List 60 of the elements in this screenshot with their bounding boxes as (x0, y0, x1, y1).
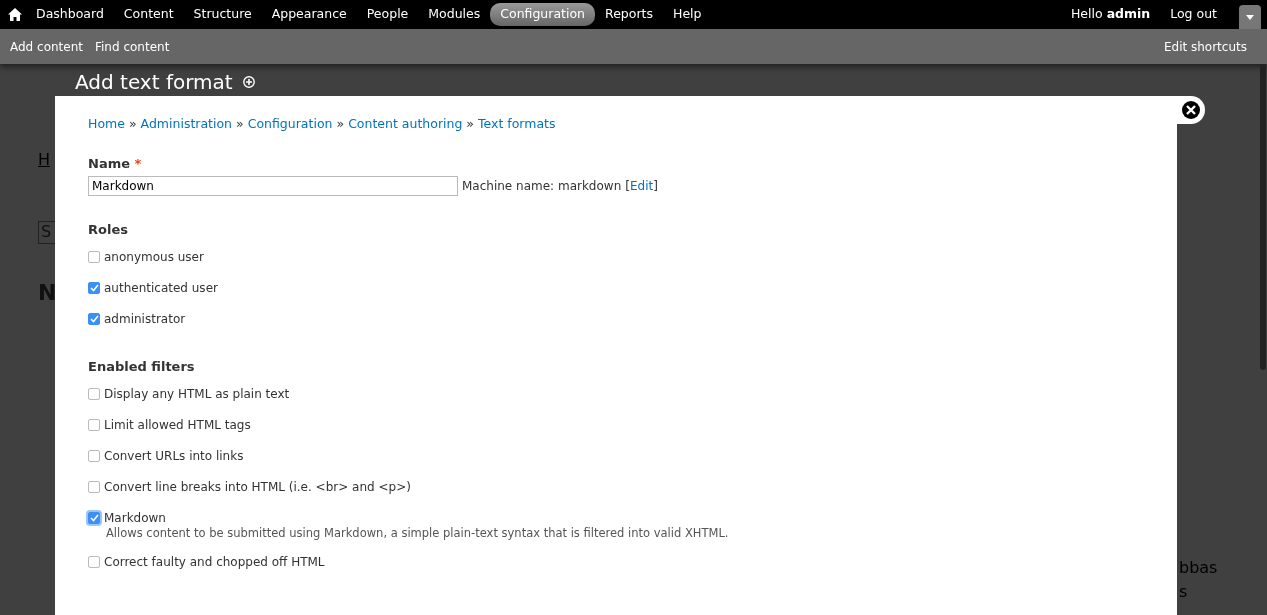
checkbox[interactable] (88, 387, 100, 400)
toolbar-link[interactable]: Reports (595, 3, 663, 26)
toolbar-link[interactable]: People (356, 3, 419, 26)
checkbox[interactable] (88, 511, 100, 524)
drawer-toggle[interactable] (1239, 5, 1261, 29)
shortcut-link[interactable]: Find content (95, 37, 170, 56)
edit-shortcuts-link[interactable]: Edit shortcuts (1163, 37, 1247, 56)
checkbox-label[interactable]: Convert line breaks into HTML (i.e. <br> and <p>) (104, 477, 411, 496)
checkbox[interactable] (88, 449, 100, 462)
toolbar-link[interactable]: Configuration (490, 3, 596, 26)
checkbox-label[interactable]: anonymous user (104, 248, 204, 267)
checkbox-label[interactable]: administrator (104, 310, 186, 329)
breadcrumb-separator: » (336, 116, 345, 131)
toolbar-link[interactable]: Help (663, 3, 712, 26)
bracket: [ (625, 179, 630, 194)
checkbox-label[interactable]: Display any HTML as plain text (104, 384, 290, 403)
name-field[interactable]: Markdown (88, 176, 458, 197)
checkbox-label[interactable]: Limit allowed HTML tags (104, 415, 251, 434)
scrollbar[interactable] (1260, 64, 1266, 370)
logout-link[interactable]: Log out (1160, 3, 1227, 26)
breadcrumb-link[interactable]: Content authoring (348, 116, 463, 131)
breadcrumb-link[interactable]: Administration (140, 116, 233, 131)
checkbox[interactable] (88, 418, 100, 431)
toolbar-link[interactable]: Content (113, 3, 184, 26)
section-heading: Enabled filters (88, 357, 196, 376)
machine-name-text: Machine name: markdown (462, 178, 622, 196)
breadcrumb-separator: » (236, 116, 244, 131)
field-label: Name (88, 155, 130, 171)
checkbox-label[interactable]: authenticated user (104, 279, 218, 298)
close-icon[interactable] (1177, 96, 1205, 124)
greeting-link[interactable]: Hello admin (1060, 3, 1161, 26)
breadcrumb-separator: » (128, 116, 137, 131)
toolbar-link[interactable]: Appearance (261, 3, 357, 26)
checkbox[interactable] (88, 480, 100, 493)
checkbox-label[interactable]: Markdown (104, 508, 166, 527)
breadcrumb-link[interactable]: Configuration (247, 116, 333, 131)
toolbar-link[interactable]: Dashboard (26, 3, 114, 26)
toolbar-link[interactable]: Structure (183, 3, 262, 26)
checkbox[interactable] (88, 251, 100, 264)
filter-description: Allows content to be submitted using Markdown, a simple plain-text syntax that is filtered into valid XHTML. (106, 525, 730, 543)
caret-icon (1246, 14, 1254, 20)
breadcrumb-separator: » (466, 116, 474, 131)
checkbox[interactable] (88, 313, 100, 326)
bracket: ] (653, 179, 658, 194)
section-heading: Roles (88, 221, 129, 240)
add-shortcut-icon[interactable] (242, 76, 255, 88)
breadcrumb-link[interactable]: Text formats (478, 116, 556, 131)
toolbar-link[interactable]: Modules (418, 3, 491, 26)
shortcut-link[interactable]: Add content (10, 37, 83, 56)
body-text: s (1179, 582, 1188, 602)
checkbox-label[interactable]: Correct faulty and chopped off HTML (104, 553, 325, 571)
required-mark: * (134, 155, 142, 171)
checkbox[interactable] (88, 556, 100, 568)
home-icon[interactable] (8, 8, 22, 21)
page-title: Add text format (75, 69, 233, 96)
breadcrumb-link[interactable]: Home (88, 116, 125, 131)
body-text: bbas (1179, 558, 1218, 578)
checkbox[interactable] (88, 282, 100, 295)
edit-link[interactable]: Edit (629, 179, 654, 194)
checkbox-label[interactable]: Convert URLs into links (104, 446, 244, 465)
